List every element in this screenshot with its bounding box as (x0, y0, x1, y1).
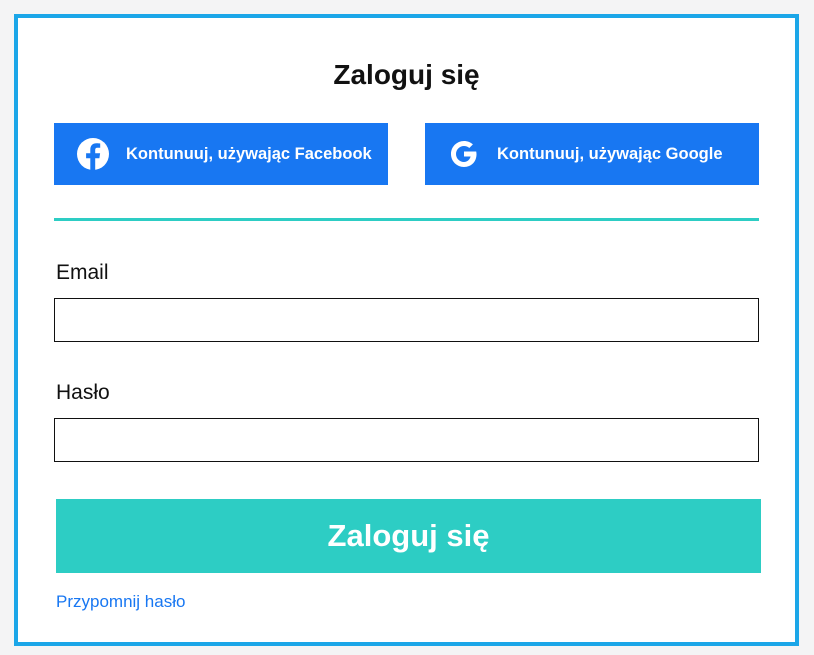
login-page: Zaloguj się Kontunuuj, używając Facebook… (0, 0, 814, 655)
login-card: Zaloguj się Kontunuuj, używając Facebook… (14, 14, 799, 646)
forgot-password-link[interactable]: Przypomnij hasło (56, 592, 185, 612)
email-field[interactable] (54, 298, 759, 342)
facebook-login-label: Kontunuuj, używając Facebook (126, 144, 372, 163)
page-title: Zaloguj się (333, 59, 480, 90)
password-label: Hasło (56, 381, 110, 404)
google-icon (447, 137, 481, 171)
facebook-icon (76, 137, 110, 171)
password-field[interactable] (54, 418, 759, 462)
google-login-button[interactable]: Kontunuuj, używając Google (425, 123, 759, 185)
login-submit-button[interactable]: Zaloguj się (56, 499, 761, 573)
email-label: Email (56, 261, 109, 284)
google-login-label: Kontunuuj, używając Google (497, 144, 723, 163)
facebook-login-button[interactable]: Kontunuuj, używając Facebook (54, 123, 388, 185)
divider (54, 218, 759, 221)
